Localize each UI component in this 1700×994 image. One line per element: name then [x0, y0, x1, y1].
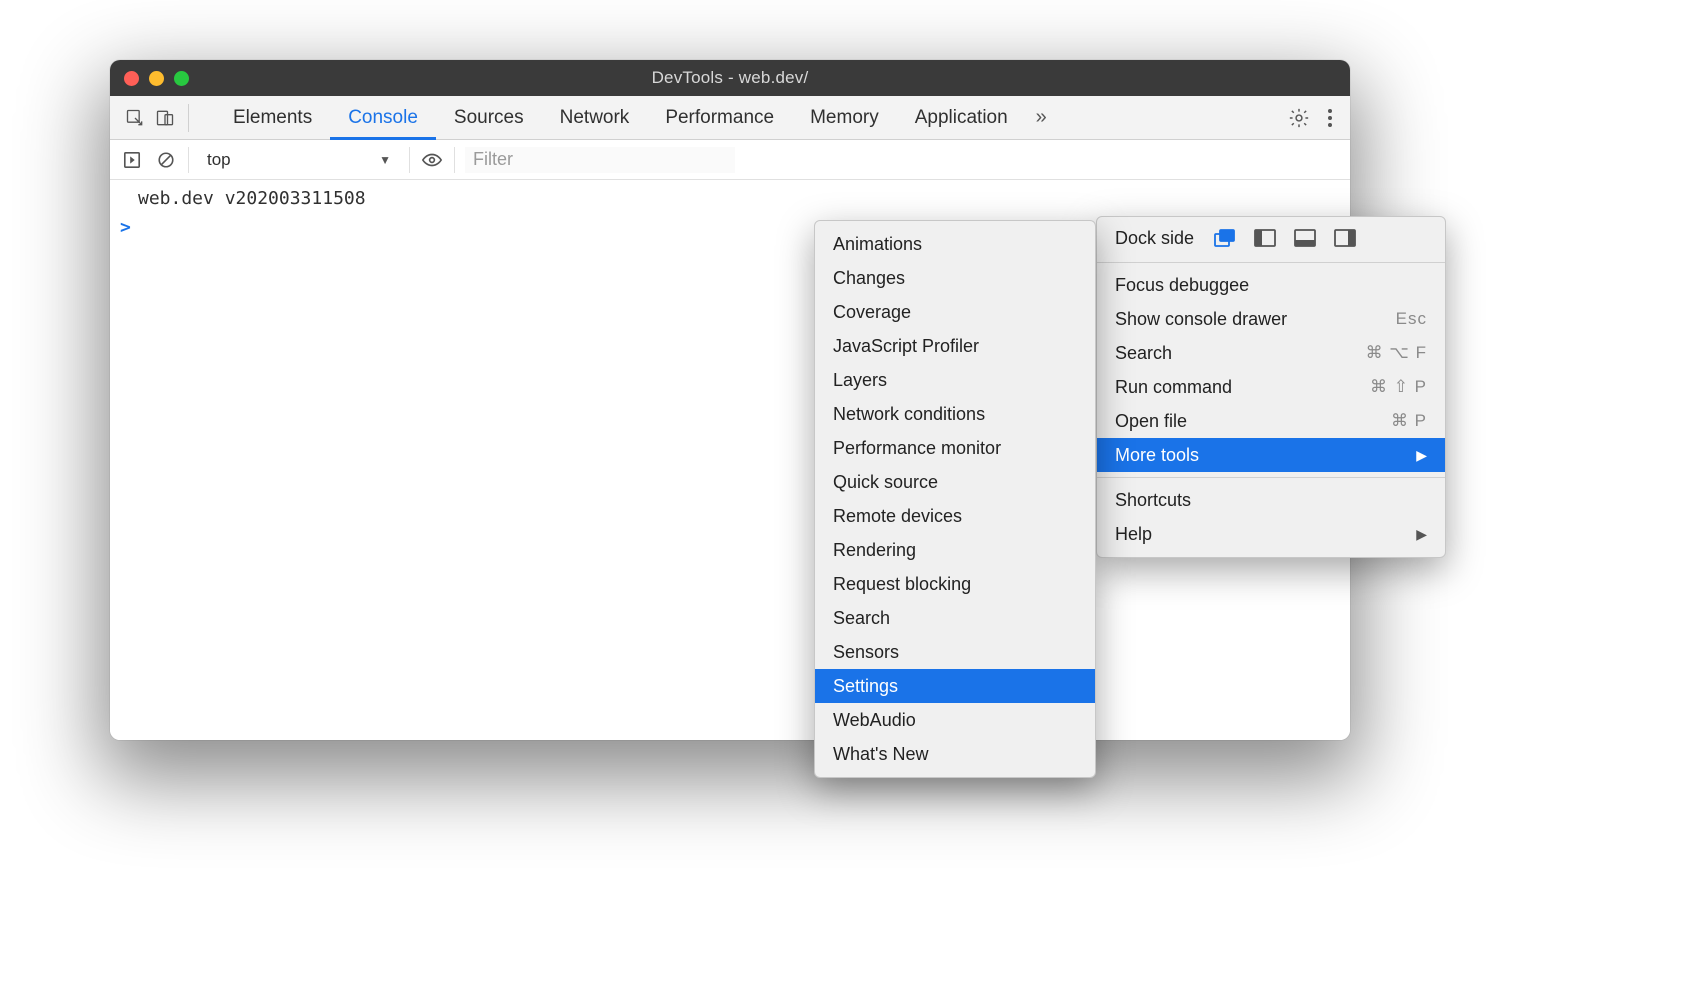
separator — [188, 104, 189, 132]
tab-memory[interactable]: Memory — [792, 96, 897, 139]
context-selector[interactable]: top ▼ — [199, 146, 399, 174]
panel-tabs: Elements Console Sources Network Perform… — [215, 96, 1026, 139]
context-selector-label: top — [207, 150, 231, 170]
menu-separator — [1097, 262, 1445, 263]
console-controlbar: top ▼ — [110, 140, 1350, 180]
submenu-coverage[interactable]: Coverage — [815, 295, 1095, 329]
dock-undock-icon[interactable] — [1212, 227, 1238, 249]
shortcut-label: Esc — [1396, 309, 1427, 329]
clear-console-icon[interactable] — [154, 148, 178, 172]
menu-help[interactable]: Help▶ — [1097, 517, 1445, 551]
submenu-javascript-profiler[interactable]: JavaScript Profiler — [815, 329, 1095, 363]
submenu-settings[interactable]: Settings — [815, 669, 1095, 703]
submenu-layers[interactable]: Layers — [815, 363, 1095, 397]
main-toolbar: Elements Console Sources Network Perform… — [110, 96, 1350, 140]
submenu-changes[interactable]: Changes — [815, 261, 1095, 295]
settings-gear-icon[interactable] — [1284, 103, 1314, 133]
submenu-request-blocking[interactable]: Request blocking — [815, 567, 1095, 601]
shortcut-label: ⌘ ⌥ F — [1366, 343, 1427, 363]
live-expression-icon[interactable] — [420, 148, 444, 172]
more-tools-submenu: Animations Changes Coverage JavaScript P… — [814, 220, 1096, 778]
submenu-animations[interactable]: Animations — [815, 227, 1095, 261]
dropdown-triangle-icon: ▼ — [379, 153, 391, 167]
separator — [454, 147, 455, 173]
submenu-search[interactable]: Search — [815, 601, 1095, 635]
submenu-remote-devices[interactable]: Remote devices — [815, 499, 1095, 533]
menu-focus-debuggee[interactable]: Focus debuggee — [1097, 268, 1445, 302]
devtools-window: DevTools - web.dev/ Elements Console Sou… — [110, 60, 1350, 740]
inspect-element-icon[interactable] — [120, 103, 150, 133]
dock-side-row: Dock side — [1097, 223, 1445, 257]
tab-elements[interactable]: Elements — [215, 96, 330, 139]
submenu-arrow-icon: ▶ — [1416, 526, 1427, 543]
titlebar: DevTools - web.dev/ — [110, 60, 1350, 96]
more-tabs-icon[interactable]: » — [1026, 106, 1057, 129]
dock-bottom-icon[interactable] — [1292, 227, 1318, 249]
menu-shortcuts[interactable]: Shortcuts — [1097, 483, 1445, 517]
tab-application[interactable]: Application — [897, 96, 1026, 139]
dock-right-icon[interactable] — [1332, 227, 1358, 249]
submenu-arrow-icon: ▶ — [1416, 447, 1427, 464]
submenu-rendering[interactable]: Rendering — [815, 533, 1095, 567]
shortcut-label: ⌘ P — [1391, 411, 1427, 431]
execution-icon[interactable] — [120, 148, 144, 172]
tab-network[interactable]: Network — [542, 96, 648, 139]
separator — [188, 147, 189, 173]
tab-console[interactable]: Console — [330, 96, 436, 139]
submenu-webaudio[interactable]: WebAudio — [815, 703, 1095, 737]
menu-show-console-drawer[interactable]: Show console drawerEsc — [1097, 302, 1445, 336]
device-toolbar-icon[interactable] — [150, 103, 180, 133]
submenu-sensors[interactable]: Sensors — [815, 635, 1095, 669]
tab-sources[interactable]: Sources — [436, 96, 542, 139]
dock-left-icon[interactable] — [1252, 227, 1278, 249]
submenu-quick-source[interactable]: Quick source — [815, 465, 1095, 499]
window-title: DevTools - web.dev/ — [110, 68, 1350, 88]
menu-separator — [1097, 477, 1445, 478]
customize-menu-button[interactable] — [1320, 109, 1340, 127]
separator — [409, 147, 410, 173]
submenu-network-conditions[interactable]: Network conditions — [815, 397, 1095, 431]
menu-run-command[interactable]: Run command⌘ ⇧ P — [1097, 370, 1445, 404]
tab-performance[interactable]: Performance — [647, 96, 792, 139]
shortcut-label: ⌘ ⇧ P — [1370, 377, 1427, 397]
dock-side-label: Dock side — [1115, 228, 1194, 249]
customize-menu: Dock side Focus debuggee Show console dr… — [1096, 216, 1446, 558]
console-filter-input[interactable] — [465, 147, 735, 173]
submenu-performance-monitor[interactable]: Performance monitor — [815, 431, 1095, 465]
menu-open-file[interactable]: Open file⌘ P — [1097, 404, 1445, 438]
submenu-whats-new[interactable]: What's New — [815, 737, 1095, 771]
menu-more-tools[interactable]: More tools▶ — [1097, 438, 1445, 472]
console-log-line: web.dev v202003311508 — [110, 186, 1350, 211]
menu-search[interactable]: Search⌘ ⌥ F — [1097, 336, 1445, 370]
